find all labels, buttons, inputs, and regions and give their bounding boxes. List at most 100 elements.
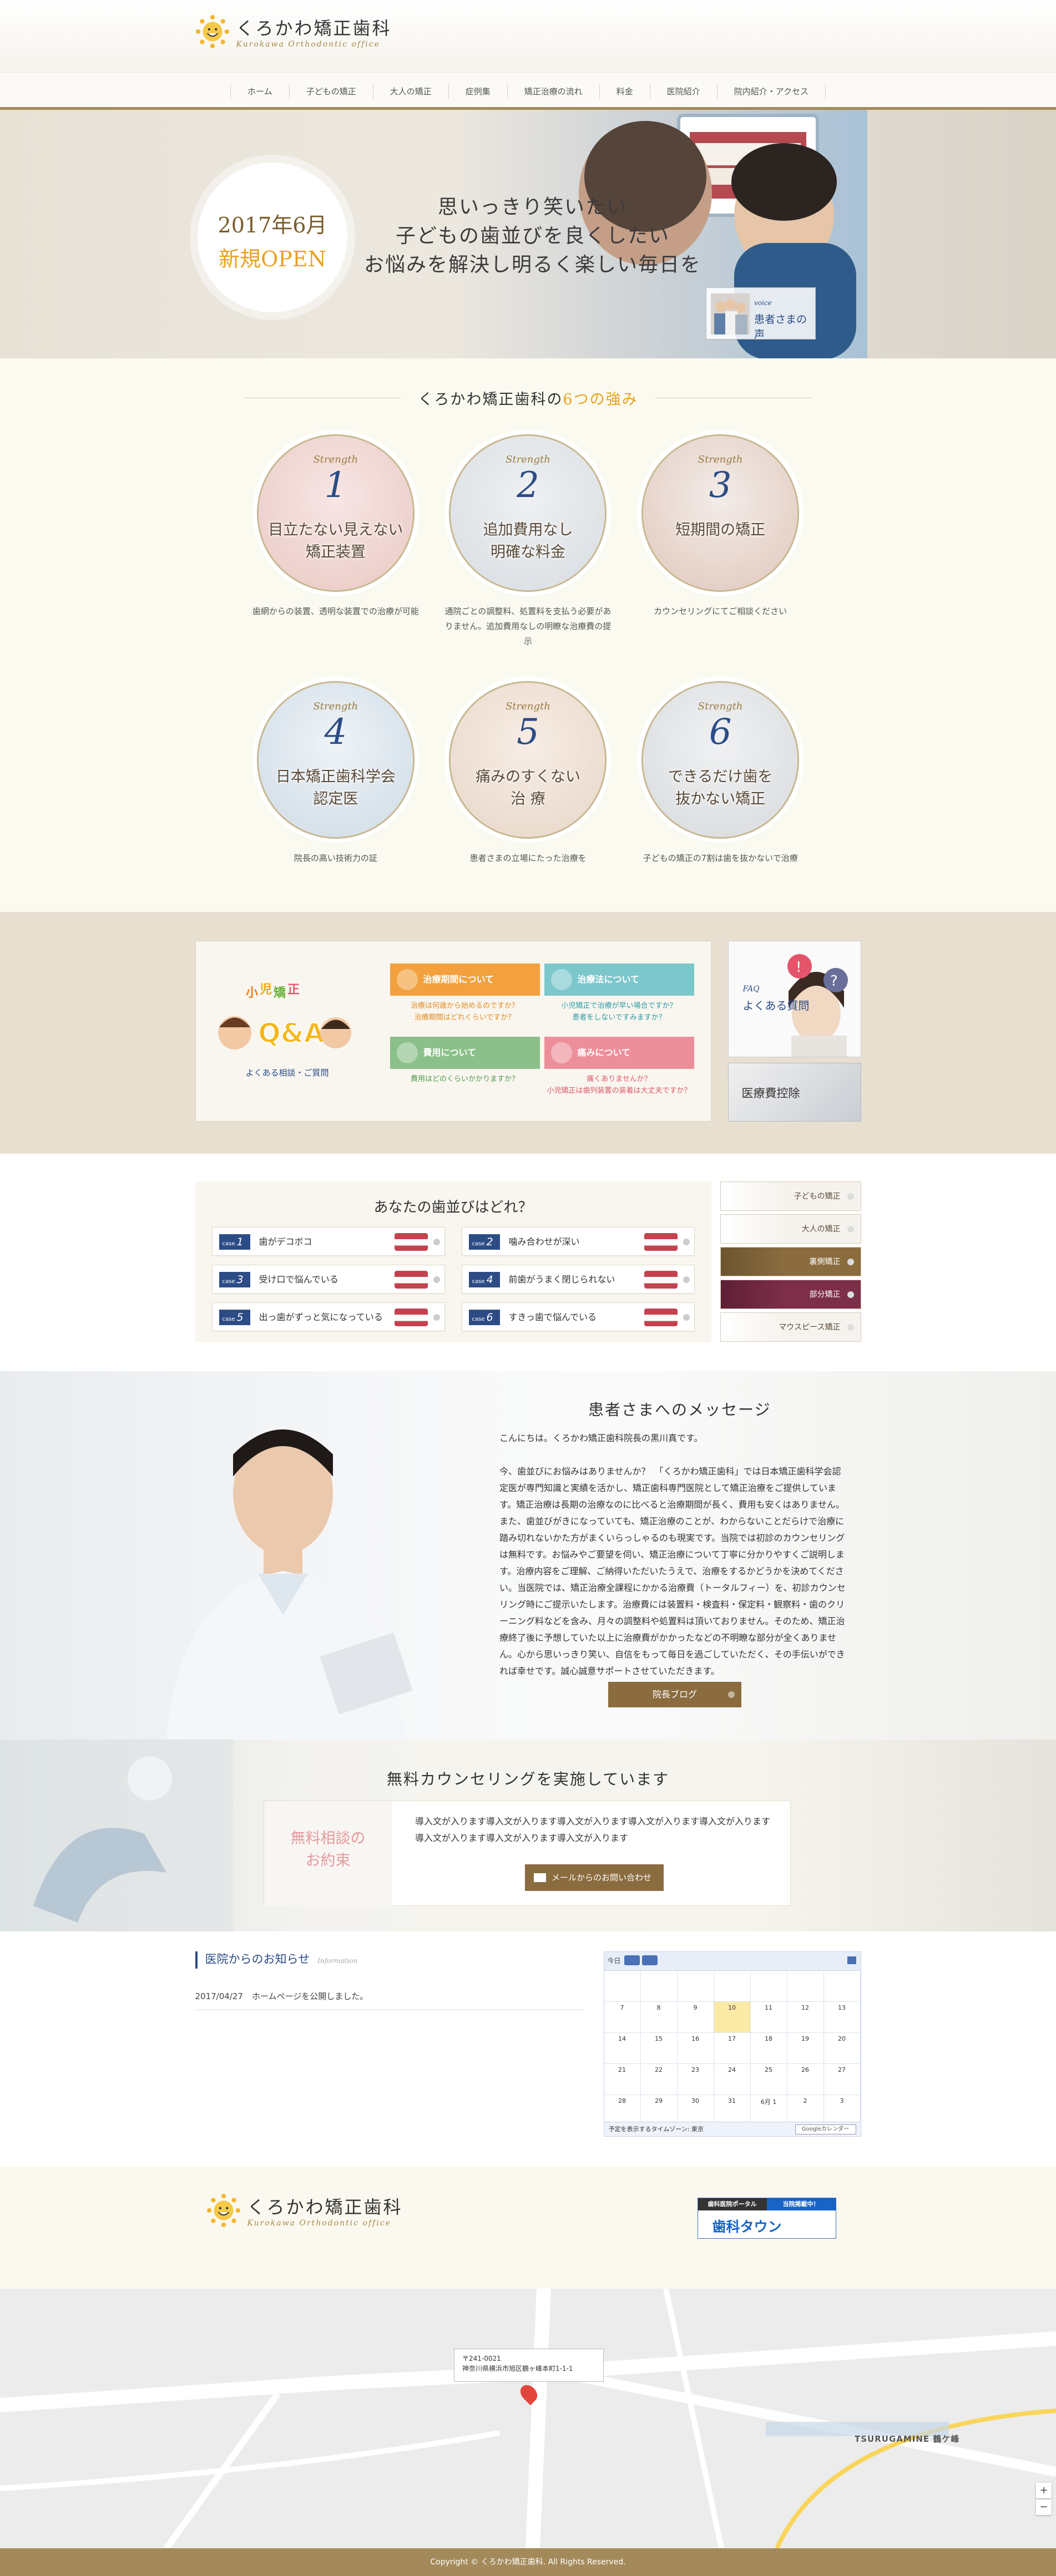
calendar-day[interactable] [750,1971,787,2002]
calendar-day[interactable]: 17 [714,2033,751,2064]
arrow-icon [728,1691,735,1698]
qa-category-button[interactable]: 治療期間について [390,964,540,996]
strength-item: Strength 1 目立たない見えない 矯正装置 歯網からの装置、透明な装置での治療… [240,434,432,649]
zoom-in-button[interactable]: + [1036,2483,1052,2498]
qa-question-link[interactable]: 小児矯正は歯列装置の装着は大丈夫ですか？ [544,1085,694,1097]
calendar-day[interactable]: 21 [604,2064,641,2095]
strength-tag: Strength [698,701,743,712]
nav-item-price[interactable]: 料金 [599,84,650,99]
calendar-day[interactable]: 7 [604,2002,641,2033]
map-address: 神奈川県横浜市旭区鶴ヶ峰本町1-1-1 [462,2365,573,2372]
footer-logo[interactable]: くろかわ矯正歯科 Kurokawa Orthodontic office [206,2193,403,2228]
strength-tag: Strength [506,701,550,712]
calendar-day[interactable] [677,1971,714,2002]
case-item[interactable]: case 4 前歯がうまく閉じられない [461,1265,695,1294]
shika-town-banner[interactable]: 歯科医院ポータル 当院掲載中！ 歯科タウン [697,2198,836,2239]
calendar-day[interactable]: 26 [787,2064,824,2095]
calendar-day[interactable]: 24 [714,2064,751,2095]
qa-category-button[interactable]: 費用について [390,1037,540,1069]
faq-banner[interactable]: ! ? FAQ よくある質問 [727,941,861,1057]
case-item[interactable]: case 5 出っ歯がずっと気になっている [211,1302,445,1331]
family-photo [711,293,750,334]
treatment-menu-item[interactable]: 子どもの矯正 [720,1181,861,1211]
news-date: 2017/04/27 [195,1991,243,2001]
calendar-day[interactable]: 15 [640,2033,678,2064]
arrow-icon [847,1226,854,1233]
calendar-day[interactable]: 27 [823,2064,861,2095]
calendar-print-icon[interactable] [847,1956,856,1964]
google-calendar-button[interactable]: Googleカレンダー [795,2124,856,2134]
calendar-day[interactable] [823,1971,861,2002]
treatment-menu-item[interactable]: 大人の矯正 [720,1214,861,1244]
google-calendar[interactable]: 今日 7 8 9 10 11 12 13 14 15 16 17 18 19 20 21 22 23 24 25 26… [603,1951,861,2137]
medical-deduction-banner[interactable]: 医療費控除 [727,1063,861,1122]
qa-category-button[interactable]: 治療法について [544,964,694,996]
calendar-day[interactable]: 10 [714,2002,751,2033]
case-item[interactable]: case 2 噛み合わせが深い [461,1227,695,1256]
case-item[interactable]: case 3 受け口で悩んでいる [211,1265,445,1294]
calendar-prev-button[interactable] [624,1955,640,1965]
calendar-day[interactable] [714,1971,751,2002]
case-item[interactable]: case 6 すきっ歯で悩んでいる [461,1302,695,1331]
calendar-day[interactable]: 23 [677,2064,714,2095]
calendar-day[interactable]: 19 [787,2033,824,2064]
treatment-menu-item[interactable]: 裏側矯正 [720,1247,861,1276]
blog-button[interactable]: 院長ブログ [608,1682,741,1707]
treatment-menu-label: 大人の矯正 [801,1225,841,1234]
case-badge: case 6 [468,1310,500,1325]
calendar-day[interactable] [604,1971,641,2002]
treatment-menu-item[interactable]: マウスピース矯正 [720,1312,861,1342]
arrow-icon [847,1259,854,1265]
calendar-today-button[interactable]: 今日 [608,1956,621,1965]
teeth-photo [394,1233,428,1251]
qa-question-link[interactable]: 費用はどのくらいかかりますか？ [390,1073,540,1085]
calendar-day[interactable]: 12 [787,2002,824,2033]
nav-item-child[interactable]: 子どもの矯正 [289,84,373,99]
qa-question-link[interactable]: 小児矯正で治療が早い場合ですか？ [544,1000,694,1012]
nav-item-cases[interactable]: 症例集 [448,84,507,99]
strength-circle: Strength 6 できるだけ歯を 抜かない矯正 [641,681,800,839]
strength-circle: Strength 5 痛みのすくない 治 療 [449,681,607,839]
calendar-day[interactable]: 16 [677,2033,714,2064]
banner-tag-listed: 当院掲載中！ [766,2198,836,2210]
calendar-next-button[interactable] [641,1955,658,1965]
strength-item: Strength 4 日本矯正歯科学会 認定医 院長の高い技術力の証 [240,681,432,866]
calendar-day[interactable]: 18 [750,2033,787,2064]
calendar-day[interactable]: 20 [823,2033,861,2064]
teeth-photo [644,1309,678,1326]
calendar-day[interactable]: 9 [677,2002,714,2033]
calendar-day[interactable]: 8 [640,2002,678,2033]
calendar-day[interactable]: 11 [750,2002,787,2033]
qa-question-link[interactable]: 治療は何歳から始めるのですか？ [390,1000,540,1012]
calendar-day[interactable]: 22 [640,2064,678,2095]
nav-item-flow[interactable]: 矯正治療の流れ [507,84,599,99]
counseling-title: 無料カウンセリングを実施しています [386,1770,670,1788]
nav-item-home[interactable]: ホーム [230,84,289,99]
calendar-day[interactable]: 14 [604,2033,641,2064]
calendar-day[interactable]: 13 [823,2002,861,2033]
case-item[interactable]: case 1 歯がデコボコ [211,1227,445,1256]
strengths-grid: Strength 1 目立たない見えない 矯正装置 歯網からの装置、透明な装置での治療… [240,434,817,866]
message-greeting: こんにちは。くろかわ矯正歯科院長の黒川真です。 [499,1433,703,1443]
nav-item-clinic[interactable]: 医院紹介 [649,84,717,99]
case-badge: case 1 [219,1234,250,1250]
google-map[interactable]: 〒241-0021 神奈川県横浜市旭区鶴ヶ峰本町1-1-1 TSURUGAMIN… [0,2289,1056,2548]
zoom-out-button[interactable]: − [1036,2499,1052,2515]
qa-question-link[interactable]: 痛くありませんか？ [544,1073,694,1085]
patient-voice-banner[interactable]: voice 患者さまの声 [706,287,816,341]
qa-category-button[interactable]: 痛みについて [544,1037,694,1069]
mail-contact-button[interactable]: メールからのお問い合わせ [525,1864,664,1891]
treatment-menu-item[interactable]: 部分矯正 [720,1280,861,1309]
site-logo[interactable]: くろかわ矯正歯科 Kurokawa Orthodontic office [195,14,392,49]
calendar-day[interactable] [640,1971,678,2002]
qa-question-link[interactable]: 患者をしないですみますか？ [544,1012,694,1023]
calendar-day[interactable] [787,1971,824,2002]
nav-item-access[interactable]: 院内紹介・アクセス [716,84,826,99]
arrow-icon [683,1239,690,1245]
nav-item-adult[interactable]: 大人の矯正 [372,84,448,99]
qa-question-link[interactable]: 治療期間はどれくらいですか？ [390,1012,540,1023]
strength-number: 5 [517,712,539,753]
case-label: 歯がデコボコ [259,1236,312,1247]
calendar-day[interactable]: 25 [750,2064,787,2095]
news-item[interactable]: 2017/04/27 ホームページを公開しました。 [195,1990,584,2010]
